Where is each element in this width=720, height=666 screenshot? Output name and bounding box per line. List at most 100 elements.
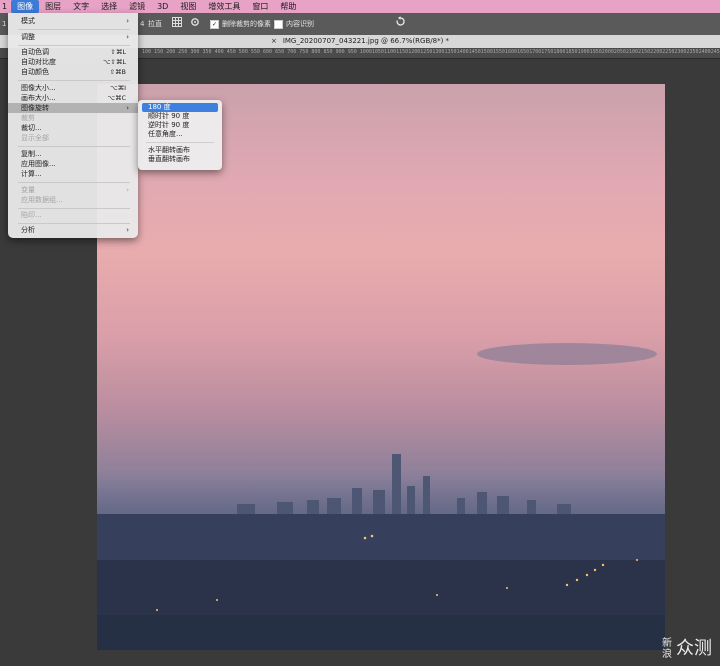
menu-flip-horizontal[interactable]: 水平翻转画布: [142, 146, 218, 155]
ruler-tick-label: 2200: [650, 49, 663, 55]
menu-flip-vertical[interactable]: 垂直翻转画布: [142, 155, 218, 164]
ruler-tick-label: 2400: [698, 49, 711, 55]
close-icon[interactable]: ×: [271, 37, 277, 45]
content-aware-label: 内容识别: [286, 20, 314, 28]
ruler-tick-label: 1700: [529, 49, 542, 55]
ruler-tick-label: 1200: [408, 49, 421, 55]
menu-auto-contrast[interactable]: 自动对比度 ⌥⇧⌘L: [8, 57, 138, 67]
ruler-tick-label: 450: [226, 49, 236, 55]
ruler-tick-label: 650: [275, 49, 285, 55]
menu-bar: 1 图像 图层 文字 选择 滤镜 3D 视图 增效工具 窗口 帮助: [0, 0, 720, 13]
city-skyline-image: [97, 454, 665, 650]
menu-reveal-all: 显示全部: [21, 134, 49, 142]
grid-overlay-icon[interactable]: [172, 17, 182, 32]
menu-variables: 变量 ›: [21, 186, 129, 194]
menu-rotate-arbitrary[interactable]: 任意角度...: [142, 130, 218, 139]
ruler-tick-label: 700: [287, 49, 297, 55]
menu-canvas-size[interactable]: 画布大小... ⌥⌘C: [8, 93, 138, 103]
ruler-tick-label: 2000: [601, 49, 614, 55]
checkmark-icon: ✓: [210, 19, 219, 29]
menu-item-layer[interactable]: 图层: [39, 0, 67, 13]
ruler-tick-label: 1950: [589, 49, 602, 55]
ruler-tick-label: 1350: [444, 49, 457, 55]
ruler-tick-label: 100: [142, 49, 152, 55]
document-title: IMG_20200707_043221.jpg @ 66.7%(RGB/8*) …: [282, 37, 450, 45]
menu-image-size[interactable]: 图像大小... ⌥⌘I: [8, 83, 138, 93]
ruler-tick-label: 1800: [553, 49, 566, 55]
ruler-tick-label: 2100: [626, 49, 639, 55]
image-rotation-submenu: 180 度 顺时针 90 度 逆时针 90 度 任意角度... 水平翻转画布 垂…: [138, 100, 222, 170]
ruler-tick-label: 150: [154, 49, 164, 55]
submenu-separator: [146, 142, 214, 143]
menu-analysis[interactable]: 分析 ›: [8, 225, 138, 235]
menu-rotate-90-ccw[interactable]: 逆时针 90 度: [142, 121, 218, 130]
ruler-tick-label: 300: [190, 49, 200, 55]
menu-apply-dataset: 应用数据组...: [21, 196, 63, 204]
menu-item-plugins[interactable]: 增效工具: [202, 0, 246, 13]
menu-rotate-180[interactable]: 180 度: [142, 103, 218, 112]
ruler-tick-label: 1150: [396, 49, 409, 55]
ruler-tick-label: 500: [238, 49, 248, 55]
image-menu-dropdown: 模式 › 调整 › 自动色调 ⇧⌘L 自动对比度 ⌥⇧⌘L 自动颜色 ⇧⌘B 图像大小..…: [8, 13, 138, 238]
menu-item-3d[interactable]: 3D: [151, 0, 174, 13]
empty-checkbox-icon: [274, 19, 283, 29]
options-fragment-left: 1: [2, 20, 7, 28]
ruler-tick-label: 250: [178, 49, 188, 55]
ruler-tick-label: 1300: [432, 49, 445, 55]
menu-trap: 陷印...: [21, 211, 42, 219]
ruler-tick-label: 1900: [577, 49, 590, 55]
ruler-tick-label: 2050: [613, 49, 626, 55]
menu-item-fragment[interactable]: 1: [0, 0, 11, 13]
ruler-tick-label: 200: [166, 49, 176, 55]
watermark-small-text: 新浪: [662, 638, 672, 660]
ruler-tick-label: 400: [214, 49, 224, 55]
ruler-tick-label: 2250: [662, 49, 675, 55]
menu-item-image[interactable]: 图像: [11, 0, 40, 13]
menu-item-filter[interactable]: 滤镜: [123, 0, 151, 13]
menu-item-select[interactable]: 选择: [95, 0, 123, 13]
menu-item-type[interactable]: 文字: [67, 0, 95, 13]
ruler-tick-label: 1250: [420, 49, 433, 55]
cloud-shape: [477, 343, 657, 365]
ruler-tick-label: 2150: [638, 49, 651, 55]
ruler-tick-label: 950: [347, 49, 357, 55]
delete-cropped-pixels-checkbox[interactable]: ✓ 删除裁剪的像素: [210, 17, 271, 31]
menu-item-window[interactable]: 窗口: [246, 0, 274, 13]
menu-calculations[interactable]: 计算...: [8, 169, 138, 179]
ruler-tick-label: 1050: [371, 49, 384, 55]
straighten-label[interactable]: 拉直: [148, 17, 162, 31]
ruler-tick-label: 1550: [492, 49, 505, 55]
ruler-tick-label: 2350: [686, 49, 699, 55]
ruler-tick-label: 350: [202, 49, 212, 55]
menu-adjustments[interactable]: 调整 ›: [8, 32, 138, 42]
ruler-tick-label: 1000: [359, 49, 372, 55]
ruler-tick-label: 900: [335, 49, 345, 55]
delete-cropped-pixels-label: 删除裁剪的像素: [222, 20, 271, 28]
menu-duplicate[interactable]: 复制...: [8, 149, 138, 159]
menu-apply-image[interactable]: 应用图像...: [8, 159, 138, 169]
menu-item-help[interactable]: 帮助: [274, 0, 302, 13]
ruler-tick-label: 1500: [480, 49, 493, 55]
options-fragment-mid: 4: [140, 20, 145, 28]
menu-mode[interactable]: 模式 ›: [8, 16, 138, 26]
watermark-logo: 新浪 众测: [662, 638, 712, 660]
menu-crop: 裁剪: [21, 114, 35, 122]
menu-auto-tone[interactable]: 自动色调 ⇧⌘L: [8, 47, 138, 57]
ruler-tick-label: 1450: [468, 49, 481, 55]
ruler-tick-label: 850: [323, 49, 333, 55]
ruler-tick-label: 1850: [565, 49, 578, 55]
menu-auto-color[interactable]: 自动颜色 ⇧⌘B: [8, 67, 138, 77]
gear-icon[interactable]: [190, 17, 200, 32]
menu-image-rotation[interactable]: 图像旋转 ›: [8, 103, 138, 113]
content-aware-checkbox[interactable]: 内容识别: [274, 17, 314, 31]
ruler-tick-label: 1100: [384, 49, 397, 55]
ruler-tick-label: 2450: [710, 49, 720, 55]
ruler-tick-label: 800: [311, 49, 321, 55]
watermark-large-text: 众测: [676, 638, 712, 659]
reset-icon[interactable]: [395, 16, 406, 32]
menu-trim[interactable]: 裁切...: [8, 123, 138, 133]
menu-rotate-90-cw[interactable]: 顺时针 90 度: [142, 112, 218, 121]
ruler-tick-label: 1650: [517, 49, 530, 55]
ruler-tick-label: 600: [263, 49, 273, 55]
menu-item-view[interactable]: 视图: [174, 0, 202, 13]
